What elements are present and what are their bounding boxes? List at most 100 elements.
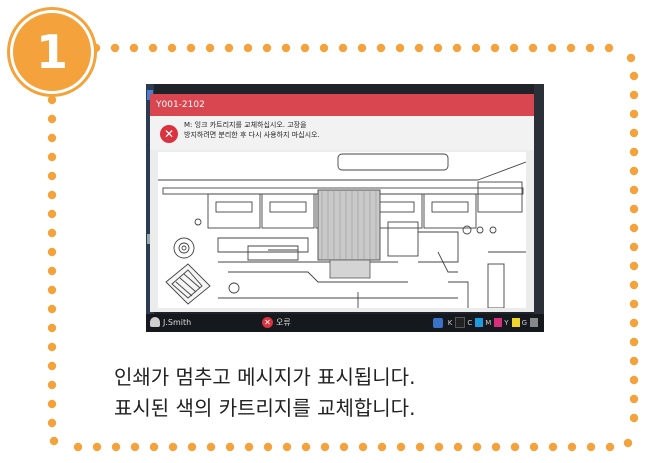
right-strip [534,84,544,314]
highlighted-cartridge [317,189,381,261]
ink-mode-icon [432,317,443,328]
frame-dot [586,442,596,452]
frame-dot [629,318,639,328]
frame-dot [225,442,235,452]
frame-dot [47,266,57,276]
frame-dot [167,43,177,53]
frame-dot [168,442,178,452]
frame-dot [47,228,57,238]
frame-dot [629,185,639,195]
frame-dot [471,43,481,53]
frame-dot [47,323,57,333]
frame-dot [629,413,639,423]
frame-dot [415,442,425,452]
ink-swatch-g [530,318,538,327]
ink-swatch-k [455,317,466,328]
frame-dot [263,442,273,452]
instruction-caption: 인쇄가 멈추고 메시지가 표시됩니다. 표시된 색의 카트리지를 교체합니다. [114,362,415,424]
top-rail [337,153,449,171]
frame-dot [623,438,633,448]
frame-dot [320,442,330,452]
frame-dot [629,356,639,366]
frame-dot [396,442,406,452]
frame-dot [604,43,614,53]
frame-dot [605,442,615,452]
ink-swatch-y [511,318,520,327]
frame-dot [629,90,639,100]
frame-dot [629,166,639,176]
ink-label-m: M [485,318,492,327]
error-status-icon: ✕ [262,317,273,328]
error-status[interactable]: ✕ 오류 [262,317,291,328]
frame-dot [629,223,639,233]
frame-dot [472,442,482,452]
frame-dot [548,442,558,452]
frame-dot [129,43,139,53]
ink-swatch-m [494,318,503,327]
printer-cartridge-illustration [158,152,526,308]
error-message-line2: 방지하려면 분리한 후 다시 사용하지 마십시오. [184,131,320,139]
frame-dot [73,442,83,452]
frame-dot [629,128,639,138]
ink-label-c: C [467,318,473,327]
frame-dot [262,43,272,53]
error-status-label: 오류 [276,318,291,327]
frame-dot [47,285,57,295]
frame-dot [585,43,595,53]
frame-dot [529,442,539,452]
frame-dot [47,190,57,200]
frame-dot [301,442,311,452]
frame-dot [130,442,140,452]
step-badge-wrapper: 1 [2,2,94,94]
user-indicator[interactable]: J.Smith [150,317,191,327]
error-message: M: 잉크 카트리지를 교체하십시오. 고장을 방지하려면 분리한 후 다시 사… [184,120,320,140]
frame-dot [319,43,329,53]
frame-dot [357,43,367,53]
ink-label-y: Y [504,318,509,327]
device-screen: Y001-2102 ✕ M: 잉크 카트리지를 교체하십시오. 고장을 방지하려… [146,84,544,332]
error-dialog: Y001-2102 ✕ M: 잉크 카트리지를 교체하십시오. 고장을 방지하려… [150,94,534,312]
frame-dot [376,43,386,53]
ink-swatch-c [475,318,484,327]
frame-dot [395,43,405,53]
frame-dot [110,43,120,53]
frame-dot [358,442,368,452]
user-name: J.Smith [163,317,192,327]
frame-dot [47,399,57,409]
frame-dot [528,43,538,53]
ink-levels[interactable]: K C M Y G [432,317,538,328]
frame-dot [491,442,501,452]
frame-dot [629,109,639,119]
frame-dot [244,442,254,452]
frame-dot [433,43,443,53]
frame-dot [629,375,639,385]
caption-line-2: 표시된 색의 카트리지를 교체합니다. [114,396,416,420]
ink-label-g: G [521,318,527,327]
frame-dot [47,247,57,257]
frame-dot [566,43,576,53]
error-message-area: ✕ M: 잉크 카트리지를 교체하십시오. 고장을 방지하려면 분리한 후 다시… [150,116,534,150]
frame-dot [47,380,57,390]
frame-dot [626,53,636,63]
step-number-badge: 1 [10,10,94,94]
frame-dot [224,43,234,53]
frame-dot [111,442,121,452]
frame-dot [47,95,57,105]
frame-dot [629,299,639,309]
frame-dot [281,43,291,53]
error-x-icon: ✕ [160,125,178,143]
user-icon [150,317,160,327]
frame-dot [282,442,292,452]
frame-dot [629,261,639,271]
frame-dot [47,114,57,124]
frame-dot [452,43,462,53]
status-bar: J.Smith ✕ 오류 K C M Y G [146,314,544,332]
frame-dot [629,242,639,252]
error-code: Y001-2102 [150,94,534,116]
frame-dot [148,43,158,53]
frame-dot [187,442,197,452]
frame-dot [629,394,639,404]
frame-dot [567,442,577,452]
frame-dot [490,43,500,53]
frame-dot [629,71,639,81]
